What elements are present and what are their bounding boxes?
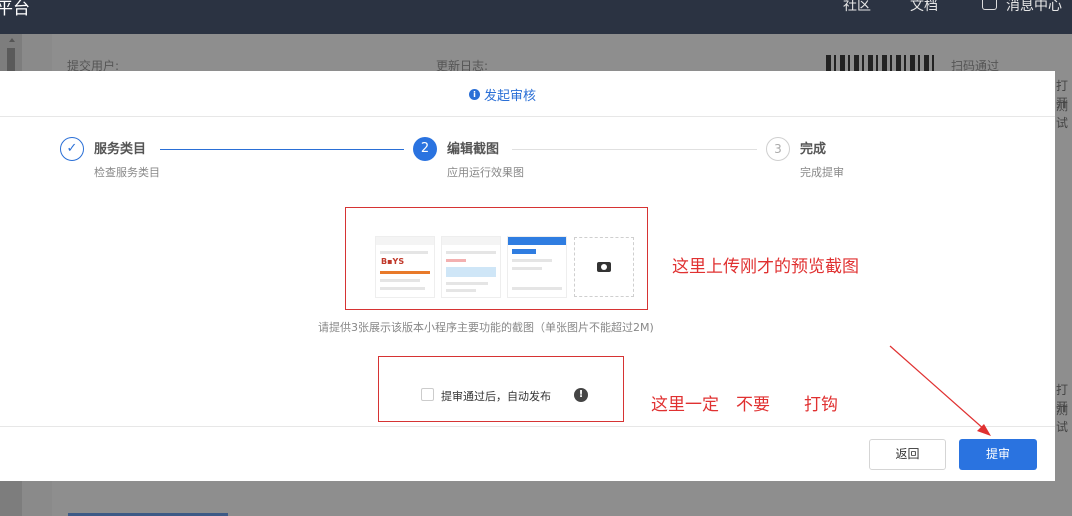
nav-docs[interactable]: 文档 — [910, 0, 938, 15]
top-header: 平台 社区 文档 消息中心 — [0, 0, 1072, 34]
auto-publish-checkbox[interactable] — [421, 388, 434, 401]
screenshot-thumbnail[interactable] — [441, 236, 501, 298]
step-1-check-icon: ✓ — [60, 137, 84, 161]
info-icon: i — [469, 89, 480, 100]
upload-hint: 请提供3张展示该版本小程序主要功能的截图（单张图片不能超过2M) — [318, 321, 654, 334]
nav-message-center[interactable]: 消息中心 — [1006, 0, 1062, 15]
scroll-up-icon[interactable] — [9, 38, 15, 42]
screenshot-thumbnail[interactable]: B▪YS — [375, 236, 435, 298]
review-dialog: i 发起审核 ✓ 服务类目 检查服务类目 2 编辑截图 应用运行效果图 3 完成… — [0, 71, 1055, 481]
step-3-title: 完成 — [800, 142, 827, 157]
nav-community[interactable]: 社区 — [843, 0, 871, 15]
step-2-title: 编辑截图 — [447, 142, 500, 157]
dialog-title-text: 发起审核 — [484, 89, 537, 104]
step-2-subtitle: 应用运行效果图 — [447, 166, 524, 179]
add-screenshot-button[interactable] — [574, 237, 634, 297]
submit-review-button[interactable]: 提审 — [959, 439, 1037, 470]
camera-icon — [597, 262, 611, 272]
step-connector-1 — [160, 149, 404, 150]
warning-icon[interactable]: ! — [574, 388, 588, 402]
back-button[interactable]: 返回 — [869, 439, 946, 470]
step-1-subtitle: 检查服务类目 — [94, 166, 160, 179]
edge-text-test-1: 测试 — [1056, 99, 1069, 130]
brand-title: 平台 — [0, 0, 30, 19]
screenshot-thumbnail[interactable] — [507, 236, 567, 298]
dialog-header: i 发起审核 — [0, 71, 1055, 117]
upload-annotation: 这里上传刚才的预览截图 — [672, 257, 859, 277]
auto-publish-label[interactable]: 提审通过后，自动发布 — [441, 388, 551, 404]
step-3-subtitle: 完成提审 — [800, 166, 844, 179]
dialog-title: i 发起审核 — [469, 85, 536, 104]
qr-code-icon — [826, 55, 936, 71]
step-3-number: 3 — [766, 137, 790, 161]
step-2-number: 2 — [413, 137, 437, 161]
message-icon[interactable] — [982, 0, 997, 10]
checkbox-annotation: 这里一定 不要 打钩 — [651, 395, 838, 415]
step-1-title: 服务类目 — [94, 142, 147, 157]
dialog-footer-divider — [0, 426, 1055, 427]
edge-text-test-2: 测试 — [1056, 403, 1069, 434]
step-connector-2 — [512, 149, 757, 150]
